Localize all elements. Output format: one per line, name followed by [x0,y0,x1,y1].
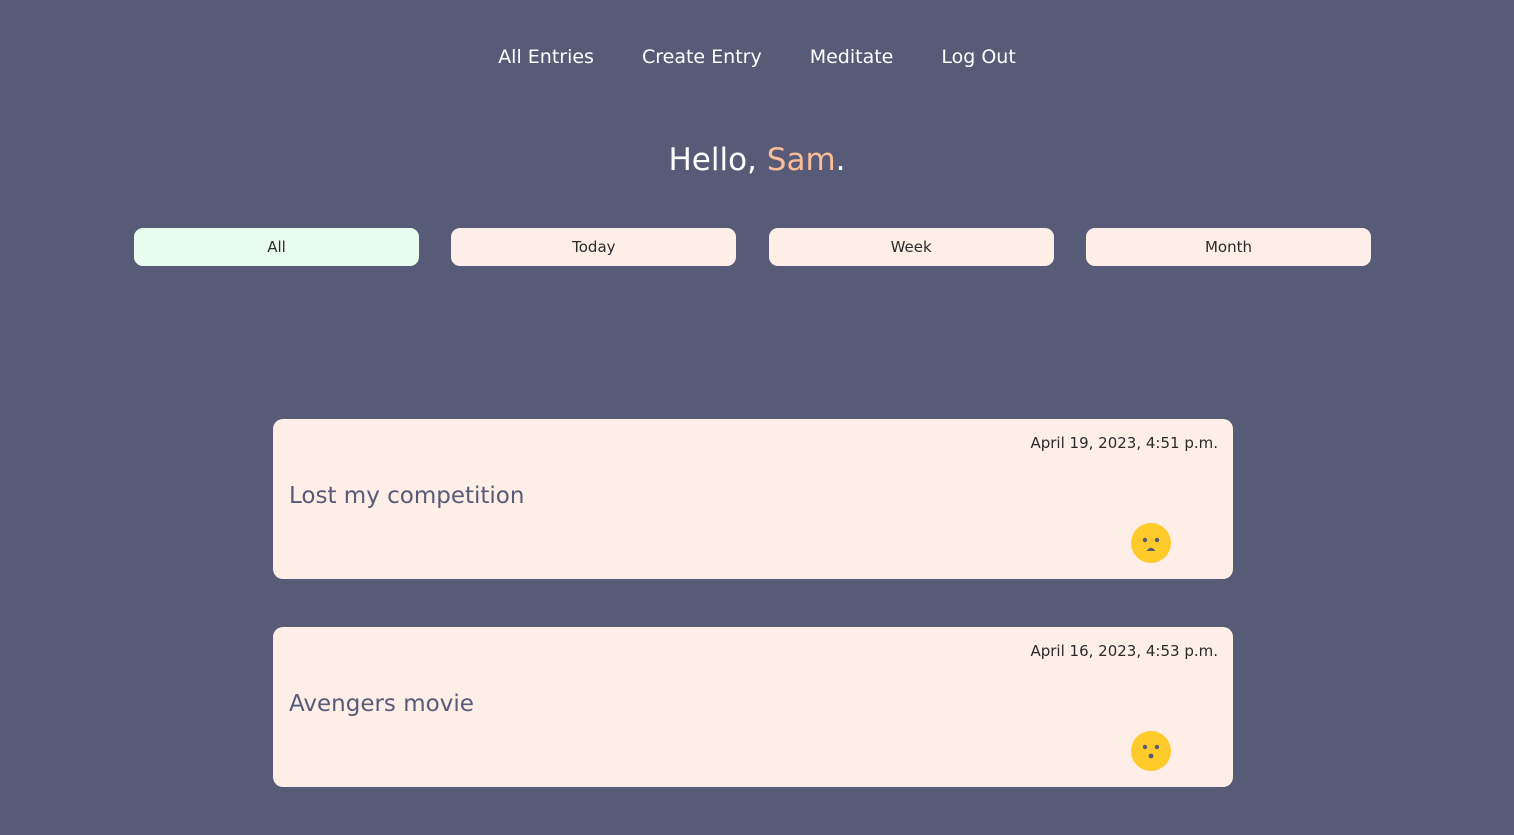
surprised-face-icon [1131,731,1171,771]
main-nav: All Entries Create Entry Meditate Log Ou… [0,40,1514,74]
nav-meditate[interactable]: Meditate [810,40,894,74]
entry-card[interactable]: April 16, 2023, 4:53 p.m. Avengers movie [273,627,1233,787]
entry-date: April 16, 2023, 4:53 p.m. [1030,642,1218,660]
filter-all-button[interactable]: All [134,228,419,266]
filter-month-button[interactable]: Month [1085,228,1371,266]
entry-date: April 19, 2023, 4:51 p.m. [1030,434,1218,452]
greeting-heading: Hello, Sam. [0,138,1514,182]
entry-card[interactable]: April 19, 2023, 4:51 p.m. Lost my compet… [273,419,1233,579]
greeting-suffix: . [835,142,846,178]
entry-title: Avengers movie [289,691,474,717]
nav-all-entries[interactable]: All Entries [498,40,594,74]
filter-bar: All Today Week Month [134,228,1371,266]
nav-log-out[interactable]: Log Out [941,40,1015,74]
nav-create-entry[interactable]: Create Entry [642,40,762,74]
user-name: Sam [766,142,836,178]
filter-today-button[interactable]: Today [451,228,737,266]
entry-list: April 19, 2023, 4:51 p.m. Lost my compet… [273,419,1233,835]
sad-face-icon [1131,523,1171,563]
entry-title: Lost my competition [289,483,525,509]
greeting-prefix: Hello, [668,142,767,178]
filter-week-button[interactable]: Week [768,228,1054,266]
